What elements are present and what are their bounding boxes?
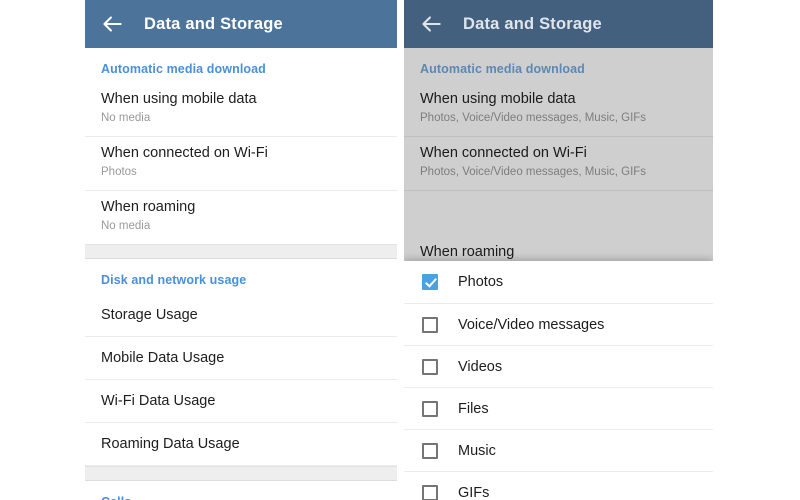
left-phone-screen: Data and Storage Automatic media downloa… — [85, 0, 397, 500]
row-title: Mobile Data Usage — [101, 350, 225, 366]
list-item[interactable]: When using mobile data No media — [85, 83, 397, 137]
checkbox-label: Music — [458, 442, 496, 459]
row-title: Storage Usage — [101, 307, 198, 323]
right-phone-screen: Data and Storage Automatic media downloa… — [404, 0, 713, 500]
section-header-automatic-media-download: Automatic media download — [101, 62, 266, 76]
row-title: When roaming — [101, 199, 196, 215]
checkbox-unchecked-icon[interactable] — [422, 484, 438, 500]
checkbox-unchecked-icon[interactable] — [422, 316, 438, 333]
row-subtitle: Photos — [101, 166, 137, 178]
row-title: When connected on Wi-Fi — [101, 145, 268, 161]
list-item: When using mobile data Photos, Voice/Vid… — [404, 83, 713, 137]
checkbox-unchecked-icon[interactable] — [422, 400, 438, 417]
section-header-automatic-media-download: Automatic media download — [420, 62, 585, 76]
list-item[interactable]: Wi-Fi Data Usage — [85, 380, 397, 423]
list-item-partially-hidden: When roaming — [404, 244, 713, 262]
row-subtitle: Photos, Voice/Video messages, Music, GIF… — [420, 112, 647, 124]
row-title: When connected on Wi-Fi — [420, 145, 587, 161]
checkbox-checked-icon[interactable] — [422, 274, 438, 290]
row-title: Roaming Data Usage — [101, 436, 240, 452]
section-header-calls: Calls — [85, 481, 397, 500]
row-subtitle: No media — [101, 112, 151, 124]
checkbox-unchecked-icon[interactable] — [422, 442, 438, 459]
right-page-title: Data and Storage — [463, 14, 602, 33]
checkbox-unchecked-icon[interactable] — [422, 358, 438, 375]
checkbox-label: Voice/Video messages — [458, 316, 605, 333]
checkbox-row-videos[interactable]: Videos — [404, 346, 713, 388]
checkbox-row-photos[interactable]: Photos — [404, 261, 713, 304]
list-item[interactable]: When roaming No media — [85, 191, 397, 244]
row-title: When using mobile data — [420, 91, 576, 107]
arrow-left-icon[interactable] — [99, 11, 125, 37]
list-item[interactable]: Mobile Data Usage — [85, 337, 397, 380]
row-subtitle: Photos, Voice/Video messages, Music, GIF… — [420, 166, 647, 178]
list-item[interactable]: Storage Usage — [85, 294, 397, 337]
list-item[interactable]: When connected on Wi-Fi Photos — [85, 137, 397, 191]
right-content-scrim: Automatic media download When using mobi… — [404, 48, 713, 500]
checkbox-row-files[interactable]: Files — [404, 388, 713, 430]
section-divider-band — [85, 244, 397, 259]
arrow-left-icon[interactable] — [418, 11, 444, 37]
list-item: When connected on Wi-Fi Photos, Voice/Vi… — [404, 137, 713, 191]
section-divider-band — [85, 466, 397, 481]
row-subtitle: No media — [101, 220, 151, 232]
checkbox-label: Photos — [458, 274, 504, 290]
checkbox-label: GIFs — [458, 484, 490, 500]
checkbox-row-voice-video-messages[interactable]: Voice/Video messages — [404, 304, 713, 346]
checkbox-label: Videos — [458, 358, 503, 375]
media-type-dialog: Photos Voice/Video messages Videos Files — [404, 261, 713, 500]
section-header-disk-and-network-usage: Disk and network usage — [101, 273, 247, 287]
screenshot-root: Data and Storage Automatic media downloa… — [0, 0, 800, 500]
row-title: Wi-Fi Data Usage — [101, 393, 216, 409]
row-title: When roaming — [420, 244, 515, 260]
left-appbar: Data and Storage — [85, 0, 397, 48]
checkbox-row-gifs[interactable]: GIFs — [404, 472, 713, 500]
checkbox-label: Files — [458, 400, 489, 417]
right-appbar: Data and Storage — [404, 0, 713, 48]
left-content[interactable]: Automatic media download When using mobi… — [85, 48, 397, 500]
left-page-title: Data and Storage — [144, 14, 283, 33]
list-item[interactable]: Roaming Data Usage — [85, 423, 397, 466]
row-title: When using mobile data — [101, 91, 257, 107]
checkbox-row-music[interactable]: Music — [404, 430, 713, 472]
